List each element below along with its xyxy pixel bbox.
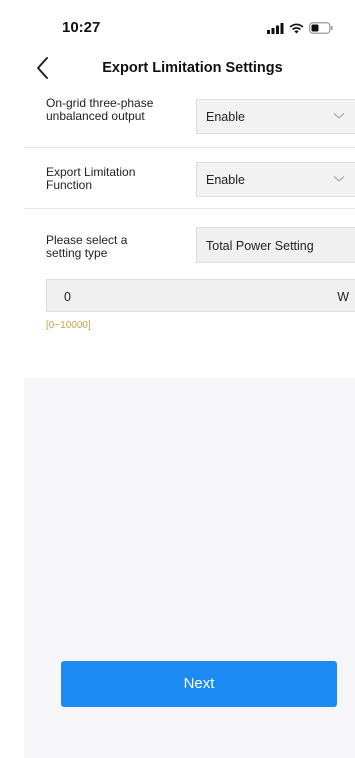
power-value: 0 — [64, 290, 71, 304]
nav-bar: Export Limitation Settings — [0, 46, 355, 90]
settings-form: On-grid three-phase unbalanced output En… — [24, 90, 355, 378]
battery-icon — [309, 22, 333, 34]
footer-area: Next — [24, 378, 355, 758]
next-button[interactable]: Next — [61, 661, 337, 707]
chevron-down-icon — [333, 113, 345, 119]
signal-icon — [267, 22, 284, 34]
status-bar: 10:27 — [0, 0, 355, 46]
unbalanced-output-label: On-grid three-phase unbalanced output — [46, 96, 154, 123]
setting-type-value: Total Power Setting — [206, 239, 314, 253]
unbalanced-output-value: Enable — [206, 110, 245, 124]
setting-type-select[interactable]: Total Power Setting — [196, 227, 355, 263]
status-icons — [267, 21, 333, 35]
power-unit: W — [337, 290, 349, 304]
export-limitation-select[interactable]: Enable — [196, 162, 355, 197]
export-limitation-label: Export Limitation Function — [46, 165, 136, 192]
divider — [24, 147, 355, 148]
status-time: 10:27 — [62, 19, 101, 36]
wifi-icon — [289, 23, 304, 33]
setting-type-label: Please select a setting type — [46, 233, 128, 260]
export-limitation-value: Enable — [206, 173, 245, 187]
unbalanced-output-select[interactable]: Enable — [196, 99, 355, 134]
power-range-hint: [0~10000] — [46, 320, 91, 331]
page-title: Export Limitation Settings — [102, 60, 283, 76]
chevron-down-icon — [333, 176, 345, 182]
power-input[interactable]: 0 W — [46, 279, 355, 312]
next-button-label: Next — [183, 675, 215, 692]
divider — [24, 208, 355, 209]
